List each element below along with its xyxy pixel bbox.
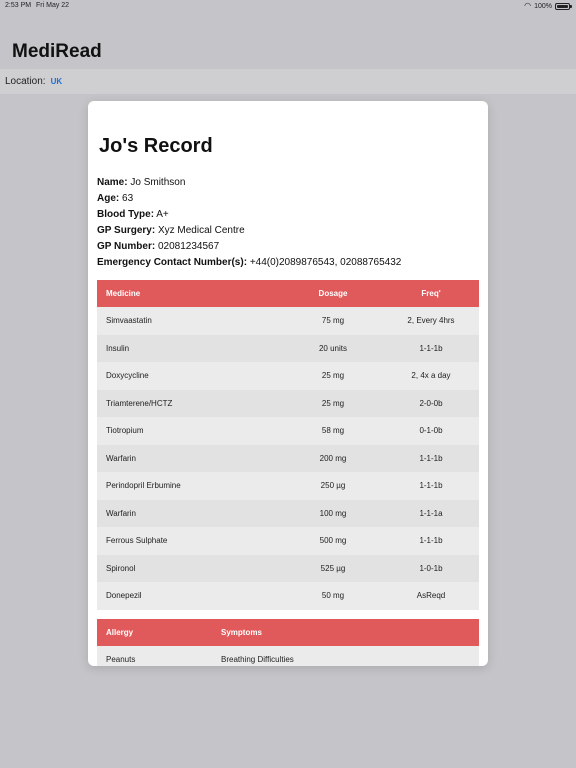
info-gp-number: GP Number: 02081234567	[97, 241, 220, 252]
table-row: Donepezil 50 mg AsReqd	[97, 582, 479, 610]
status-bar: 2:53 PM Fri May 22 ◠ 100%	[0, 0, 576, 12]
info-gp-surgery: GP Surgery: Xyz Medical Centre	[97, 225, 245, 236]
table-row: Warfarin 200 mg 1-1-1b	[97, 444, 479, 472]
location-bar: Location: UK	[0, 69, 576, 94]
medicine-table: Medicine Dosage Freq' Simvaastatin 75 mg 2…	[97, 280, 479, 610]
allergy-table: Allergy Symptoms Peanuts Breathing Diffic…	[97, 619, 479, 666]
header-freq: Freq'	[421, 289, 441, 298]
location-label: Location:	[5, 76, 46, 87]
info-blood-type: Blood Type: A+	[97, 209, 169, 220]
header-symptoms: Symptoms	[221, 628, 262, 637]
battery-icon	[555, 2, 572, 10]
table-row: Doxycycline 25 mg 2, 4x a day	[97, 362, 479, 390]
table-row: Spironol 525 µg 1-0-1b	[97, 554, 479, 582]
table-row: Insulin 20 units 1-1-1b	[97, 334, 479, 362]
header-medicine: Medicine	[106, 289, 141, 298]
status-time: 2:53 PM	[5, 2, 32, 9]
record-title: Jo's Record	[99, 135, 213, 157]
header-dosage: Dosage	[318, 289, 348, 298]
table-row: Peanuts Breathing Difficulties	[97, 646, 479, 666]
medicine-table-header: Medicine Dosage Freq'	[97, 280, 479, 307]
info-name: Name: Jo Smithson	[97, 177, 186, 188]
table-row: Simvaastatin 75 mg 2, Every 4hrs	[97, 307, 479, 335]
info-emergency-contact: Emergency Contact Number(s): +44(0)20898…	[97, 257, 402, 268]
record-modal: Jo's Record Name: Jo Smithson Age: 63 Bl…	[88, 101, 488, 666]
status-right: ◠ 100%	[524, 1, 572, 10]
table-row: Triamterene/HCTZ 25 mg 2-0-0b	[97, 389, 479, 417]
table-row: Ferrous Sulphate 500 mg 1-1-1b	[97, 527, 479, 555]
table-row: Warfarin 100 mg 1-1-1a	[97, 499, 479, 527]
status-date: Fri May 22	[36, 2, 70, 9]
table-row: Tiotropium 58 mg 0-1-0b	[97, 417, 479, 445]
header-allergy: Allergy	[106, 628, 134, 637]
wifi-icon: ◠	[524, 1, 532, 10]
battery-percent: 100%	[534, 2, 552, 10]
allergy-table-header: Allergy Symptoms	[97, 619, 479, 646]
location-value-link[interactable]: UK	[51, 77, 63, 86]
app-title: MediRead	[12, 41, 102, 62]
table-row: Perindopril Erbumine 250 µg 1-1-1b	[97, 472, 479, 500]
info-age: Age: 63	[97, 193, 134, 204]
patient-info: Name: Jo Smithson Age: 63 Blood Type: A+…	[97, 175, 401, 271]
